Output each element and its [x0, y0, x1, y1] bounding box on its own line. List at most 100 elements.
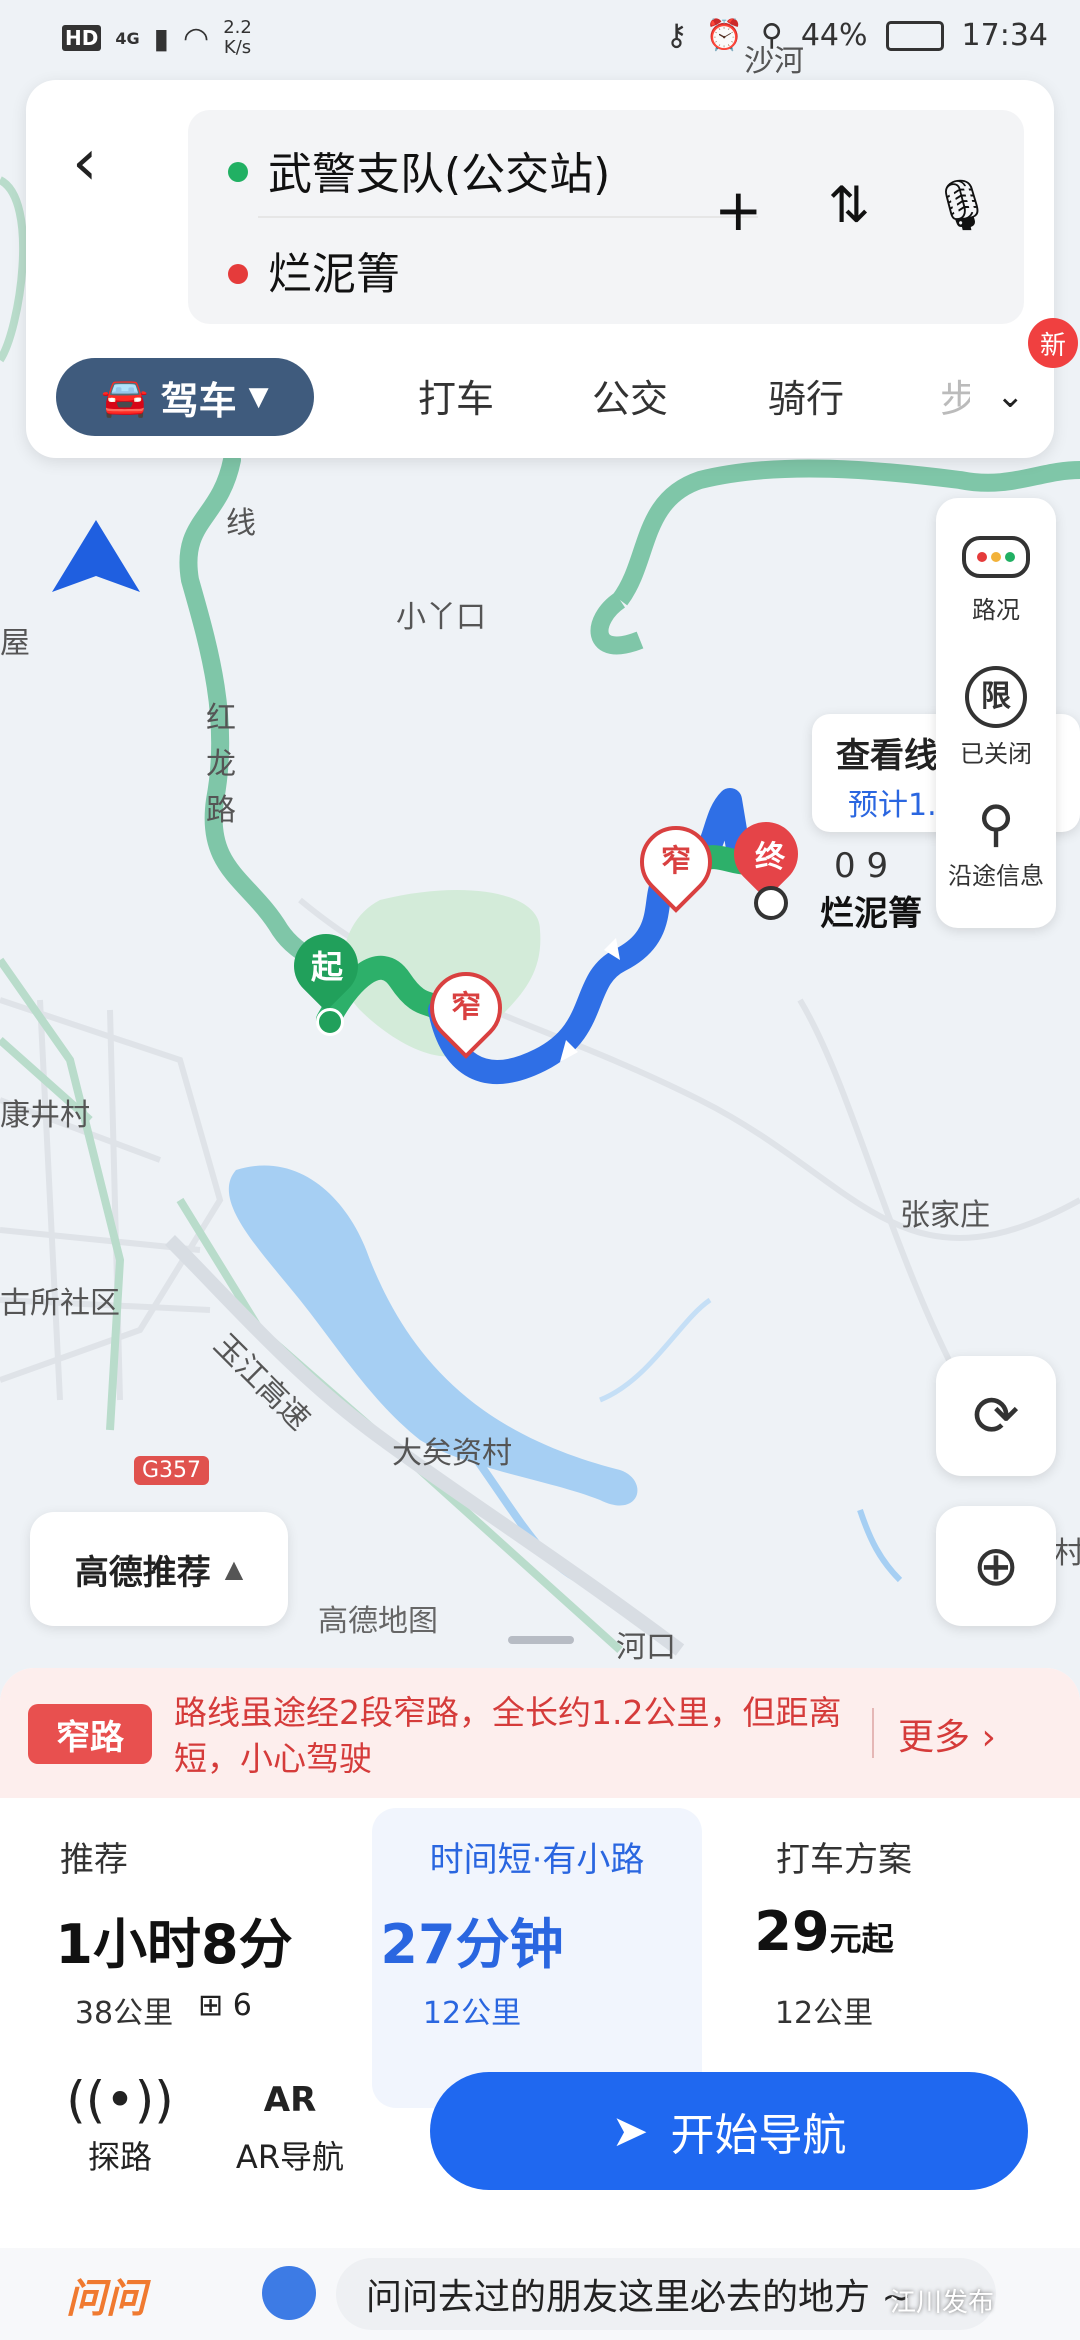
- avatar: [262, 2266, 316, 2320]
- route-tag: 推荐: [60, 1840, 128, 1880]
- start-marker-label: 起: [310, 948, 343, 986]
- tab-walk[interactable]: 步: [940, 368, 970, 423]
- route-distance: 38公里: [74, 1996, 174, 2031]
- traffic-light-count: ⊞ 6: [198, 1988, 252, 2023]
- new-badge: 新: [1028, 318, 1078, 368]
- narrow-road-alert[interactable]: 窄路 路线虽途经2段窄路，全长约1.2公里，但距离短，小心驾驶 更多 ›: [0, 1668, 1080, 1798]
- back-button[interactable]: ‹: [72, 126, 132, 206]
- start-label: 开始导航: [670, 2110, 847, 2161]
- key-icon: ⚷: [665, 18, 688, 53]
- broadcast-icon: ((•)): [66, 2071, 174, 2129]
- network-speed: 2.2 K/s: [223, 17, 252, 58]
- map-label: 大矣资村: [392, 1436, 512, 1471]
- car-icon: 🚘: [101, 374, 149, 419]
- restriction-icon: 限: [965, 666, 1027, 728]
- travel-mode-tabs: 🚘 驾车 ▼ 打车 公交 骑行 步 ⌄ 新: [56, 318, 1078, 438]
- ask-brand: 问问: [66, 2276, 146, 2322]
- tab-bus[interactable]: 公交: [592, 368, 668, 423]
- drag-handle[interactable]: [508, 1636, 574, 1644]
- map-label: G357: [134, 1456, 210, 1485]
- ask-bar: 问问 问问去过的朋友这里必去的地方 ~ 江川发布: [0, 2248, 1080, 2340]
- end-point: [754, 886, 788, 920]
- add-waypoint-icon[interactable]: +: [714, 176, 763, 244]
- traffic-button[interactable]: 路况: [936, 536, 1056, 625]
- divider: [872, 1708, 874, 1758]
- start-point: [316, 1008, 344, 1036]
- recommend-label: 高德推荐: [74, 1552, 211, 1593]
- route-distance: 12公里: [422, 1996, 522, 2031]
- location-icon: ⚲: [760, 18, 783, 53]
- chevron-down-icon[interactable]: ⌄: [996, 376, 1025, 416]
- along-label: 沿途信息: [948, 862, 1044, 890]
- swap-icon[interactable]: ⇅: [828, 176, 870, 234]
- route-option-recommended[interactable]: 推荐 1小时8分 38公里 ⊞ 6: [24, 1808, 354, 2108]
- clock: 17:34: [961, 18, 1048, 53]
- origin-dot-icon: [228, 162, 248, 182]
- status-bar: HD 4G ▮ ◠ 2.2 K/s ⚷ ⏰ ⚲ 44% 17:34: [0, 0, 1080, 78]
- recommend-toggle[interactable]: 高德推荐 ▲: [30, 1512, 288, 1626]
- amap-watermark: 高德地图: [318, 1604, 438, 1639]
- route-time: 1小时8分: [55, 1913, 293, 1976]
- alert-text: 路线虽途经2段窄路，全长约1.2公里，但距离短，小心驾驶: [174, 1693, 842, 1778]
- start-navigation-button[interactable]: ➤ 开始导航: [430, 2072, 1028, 2190]
- explore-button[interactable]: ((•)) 探路: [50, 2068, 190, 2178]
- narrow-marker-label: 窄: [451, 990, 481, 1025]
- traffic-light-icon: ⊞: [198, 1988, 224, 2023]
- map-label: 村: [1054, 1536, 1080, 1571]
- input-divider: [258, 216, 758, 218]
- map-label: 河口: [616, 1630, 676, 1665]
- ar-icon: AR: [263, 2080, 317, 2120]
- alarm-icon: ⏰: [705, 18, 743, 53]
- route-search-panel: ‹ 武警支队(公交站) 烂泥箐 + ⇅ 🎙 🚘 驾车 ▼ 打车 公交 骑行 步 …: [26, 80, 1078, 458]
- origin-input[interactable]: 武警支队(公交站): [268, 138, 610, 202]
- explore-label: 探路: [87, 2138, 152, 2176]
- destination-dot-icon: [228, 264, 248, 284]
- route-inputs: 武警支队(公交站) 烂泥箐 + ⇅ 🎙: [188, 110, 1024, 324]
- battery-icon: [885, 20, 944, 51]
- destination-input[interactable]: 烂泥箐: [268, 238, 400, 302]
- tab-taxi[interactable]: 打车: [418, 368, 494, 423]
- map-label: 小丫口: [396, 600, 486, 635]
- narrow-marker-label: 窄: [661, 844, 691, 879]
- route-sheet: 窄路 路线虽途经2段窄路，全长约1.2公里，但距离短，小心驾驶 更多 › 推荐 …: [0, 1668, 1080, 2340]
- tab-bike[interactable]: 骑行: [768, 368, 844, 423]
- route-option-fast[interactable]: 时间短·有小路 27分钟 12公里: [372, 1808, 702, 2108]
- tab-drive[interactable]: 🚘 驾车 ▼: [56, 358, 314, 436]
- limit-button[interactable]: 限 已关闭: [936, 666, 1056, 769]
- map-label: 屋: [0, 626, 30, 661]
- dest-name: 烂泥箐: [820, 894, 922, 934]
- route-distance: 12公里: [774, 1996, 874, 2031]
- map-tools-panel: 路况 限 已关闭 ⚲ 沿途信息: [936, 498, 1056, 928]
- battery-percent: 44%: [800, 18, 868, 53]
- caret-down-icon: ▼: [248, 382, 269, 412]
- chevron-right-icon: ›: [981, 1717, 996, 1758]
- map-label: 古所社区: [0, 1286, 120, 1321]
- narrow-road-tag: 窄路: [28, 1704, 152, 1764]
- refresh-icon: ⟳: [972, 1383, 1020, 1449]
- dest-code: 0 9: [834, 846, 889, 886]
- watermark: 江川发布: [890, 2288, 995, 2318]
- alert-more-link[interactable]: 更多 ›: [898, 1708, 996, 1760]
- caret-up-icon: ▲: [224, 1555, 244, 1583]
- traffic-icon: [962, 536, 1030, 578]
- refresh-route-button[interactable]: ⟳: [936, 1356, 1056, 1476]
- send-icon: ➤: [611, 2105, 649, 2157]
- limit-label: 已关闭: [960, 740, 1032, 768]
- locate-button[interactable]: ⊕: [936, 1506, 1056, 1626]
- map-label: 线: [226, 506, 256, 541]
- hd-icon: HD: [62, 25, 102, 51]
- microphone-icon[interactable]: 🎙: [930, 176, 993, 235]
- wifi-icon: ◠: [183, 20, 210, 56]
- search-icon: ⚲: [977, 795, 1015, 853]
- route-tag: 打车方案: [776, 1840, 912, 1880]
- tab-drive-label: 驾车: [160, 378, 237, 423]
- signal-icon: ▮: [153, 21, 170, 55]
- ar-nav-button[interactable]: AR AR导航: [220, 2068, 360, 2178]
- route-option-taxi[interactable]: 打车方案 29元起 12公里: [724, 1808, 1054, 2108]
- route-tag: 时间短·有小路: [429, 1840, 645, 1880]
- map-label: 红龙路: [206, 701, 236, 828]
- taxi-price: 29元起: [754, 1900, 894, 1963]
- along-route-button[interactable]: ⚲ 沿途信息: [936, 796, 1056, 891]
- ar-label: AR导航: [235, 2138, 345, 2176]
- map-label: 张家庄: [900, 1198, 990, 1233]
